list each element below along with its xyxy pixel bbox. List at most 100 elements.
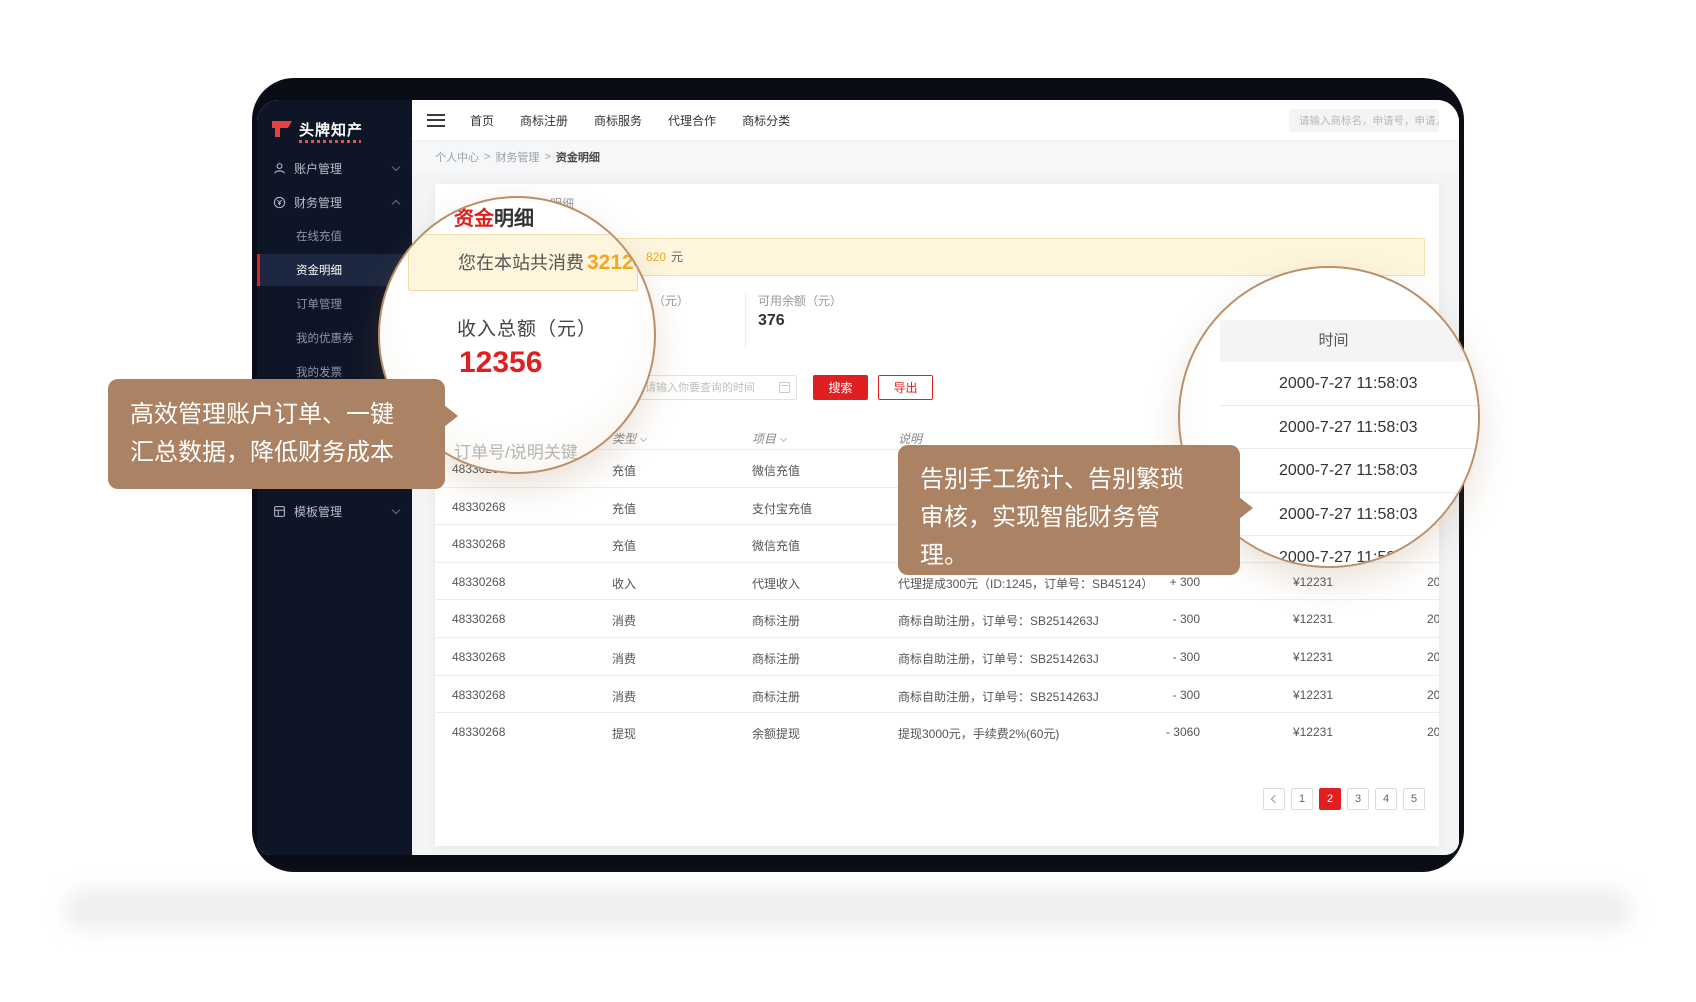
cell-amount: - 300 — [1145, 688, 1200, 702]
banner-unit-fragment: 元 — [671, 239, 683, 275]
search-button[interactable]: 搜索 — [813, 375, 868, 400]
table-row: 48330268 消费 商标注册 商标自助注册，订单号：SB2514263J -… — [435, 637, 1439, 675]
breadcrumb-separator: > — [544, 151, 550, 163]
magnified-income-value: 12356 — [459, 346, 542, 380]
cell-time: 2000-7-27 11:58:03 — [1427, 650, 1439, 664]
template-icon — [273, 505, 286, 518]
callout-left: 高效管理账户订单、一键汇总数据，降低财务成本 — [108, 379, 445, 489]
table-row: 48330268 提现 余额提现 提现3000元，手续费2%(60元) - 30… — [435, 712, 1439, 750]
breadcrumb-separator: > — [484, 151, 490, 163]
nav-link-home[interactable]: 首页 — [470, 112, 494, 129]
cell-amount: + 300 — [1145, 575, 1200, 589]
cell-project: 微信充值 — [752, 537, 800, 554]
user-icon — [273, 162, 286, 175]
available-balance-value: 376 — [758, 312, 785, 330]
page-button-3[interactable]: 3 — [1347, 788, 1369, 810]
active-indicator — [257, 254, 260, 286]
cell-amount: - 3060 — [1145, 725, 1200, 739]
export-button[interactable]: 导出 — [878, 375, 933, 400]
cell-order: 48330268 — [452, 650, 505, 664]
magnified-time-cell: 2000-7-27 11:58:03 — [1220, 362, 1480, 406]
page-button-1[interactable]: 1 — [1291, 788, 1313, 810]
cell-type: 收入 — [612, 575, 636, 592]
cell-order: 48330268 — [452, 688, 505, 702]
nav-link-trademark-register[interactable]: 商标注册 — [520, 112, 568, 129]
cell-project: 商标注册 — [752, 688, 800, 705]
cell-desc: 商标自助注册，订单号：SB2514263J — [898, 612, 1099, 629]
column-header-project[interactable]: 项目 — [752, 430, 786, 447]
sidebar-item-label: 账户管理 — [294, 160, 342, 177]
cell-order: 48330268 — [452, 612, 505, 626]
magnified-time-cell: 2000-7-27 11:58:03 — [1220, 493, 1480, 537]
cell-type: 充值 — [612, 462, 636, 479]
cell-project: 商标注册 — [752, 650, 800, 667]
cell-type: 消费 — [612, 612, 636, 629]
topbar: 首页 商标注册 商标服务 代理合作 商标分类 — [412, 100, 1459, 141]
cell-project: 代理收入 — [752, 575, 800, 592]
cell-type: 消费 — [612, 688, 636, 705]
nav-link-trademark-category[interactable]: 商标分类 — [742, 112, 790, 129]
cell-project: 余额提现 — [752, 725, 800, 742]
breadcrumb: 个人中心 > 财务管理 > 资金明细 — [412, 141, 1459, 173]
calendar-icon[interactable] — [779, 382, 790, 393]
cell-project: 支付宝充值 — [752, 500, 812, 517]
cell-balance: ¥12231 — [1273, 725, 1333, 739]
cell-project: 微信充值 — [752, 462, 800, 479]
pagination: 1 2 3 4 5 — [1263, 788, 1425, 810]
cell-order: 48330268 — [452, 537, 505, 551]
magnified-time-rows: 2000-7-27 11:58:03 2000-7-27 11:58:03 20… — [1220, 362, 1480, 568]
chevron-left-icon — [1271, 795, 1279, 803]
cell-time: 2000-7-27 11:58:03 — [1427, 725, 1439, 739]
time-query-input[interactable] — [636, 375, 797, 400]
top-nav: 首页 商标注册 商标服务 代理合作 商标分类 — [470, 100, 790, 141]
cell-desc: 商标自助注册，订单号：SB2514263J — [898, 688, 1099, 705]
magnified-tab-title: 资金明细 — [454, 202, 534, 231]
sidebar-item-template[interactable]: 模板管理 — [257, 495, 412, 527]
callout-right: 告别手工统计、告别繁琐审核，实现智能财务管理。 — [898, 445, 1240, 575]
sort-icon — [780, 435, 787, 442]
logo-tagline-decor — [299, 140, 361, 143]
sidebar-item-online-recharge[interactable]: 在线充值 — [257, 220, 412, 252]
breadcrumb-item[interactable]: 财务管理 — [495, 149, 539, 165]
page-button-4[interactable]: 4 — [1375, 788, 1397, 810]
page-button-5[interactable]: 5 — [1403, 788, 1425, 810]
cell-balance: ¥12231 — [1273, 650, 1333, 664]
cell-desc: 商标自助注册，订单号：SB2514263J — [898, 650, 1099, 667]
available-balance-label: 可用余额（元） — [758, 292, 842, 309]
sidebar-item-label: 我的发票 — [296, 364, 342, 380]
cell-desc: 代理提成300元（ID:1245，订单号：SB45124） — [898, 575, 1153, 592]
magnified-time-cell: 2000-7-27 11:58:03 — [1220, 449, 1480, 493]
nav-link-agency[interactable]: 代理合作 — [668, 112, 716, 129]
magnified-keyword-placeholder: 订单号/说明关键 — [454, 438, 578, 463]
sidebar-item-finance[interactable]: 财务管理 — [257, 186, 412, 218]
cell-time: 2000-7-27 11:58:03 — [1427, 688, 1439, 702]
laptop-base-shadow — [64, 888, 1632, 930]
chevron-down-icon — [392, 163, 400, 171]
logo-title: 头牌知产 — [299, 119, 363, 140]
column-header-type[interactable]: 类型 — [612, 430, 646, 447]
sort-icon — [640, 435, 647, 442]
sidebar-item-label: 在线充值 — [296, 228, 342, 244]
logo-icon — [271, 120, 293, 138]
magnified-time-header: 时间 — [1220, 320, 1480, 362]
magnified-consumption-banner: 您在本站共消费32124元 — [408, 234, 638, 291]
hamburger-menu-icon[interactable] — [427, 114, 445, 127]
sidebar-item-label: 模板管理 — [294, 503, 342, 520]
cell-balance: ¥12231 — [1273, 612, 1333, 626]
magnified-income-label: 收入总额（元） — [457, 314, 597, 341]
cell-time: 2000-7-27 11:58:03 — [1427, 575, 1439, 589]
nav-link-trademark-service[interactable]: 商标服务 — [594, 112, 642, 129]
page-button-2-active[interactable]: 2 — [1319, 788, 1341, 810]
magnified-time-cell: 2000-7-27 11:58:03 — [1220, 406, 1480, 450]
table-row: 48330268 消费 商标注册 商标自助注册，订单号：SB2514263J -… — [435, 675, 1439, 713]
breadcrumb-item[interactable]: 个人中心 — [435, 149, 479, 165]
table-row: 48330268 消费 商标注册 商标自助注册，订单号：SB2514263J -… — [435, 599, 1439, 637]
cell-order: 48330268 — [452, 575, 505, 589]
trademark-search-input[interactable] — [1289, 109, 1439, 132]
cell-project: 商标注册 — [752, 612, 800, 629]
prev-page-button[interactable] — [1263, 788, 1285, 810]
magnified-time-cell: 2000-7-27 11:58:03 — [1220, 536, 1480, 568]
cell-amount: - 300 — [1145, 650, 1200, 664]
chevron-up-icon — [392, 200, 400, 208]
sidebar-item-account[interactable]: 账户管理 — [257, 152, 412, 184]
